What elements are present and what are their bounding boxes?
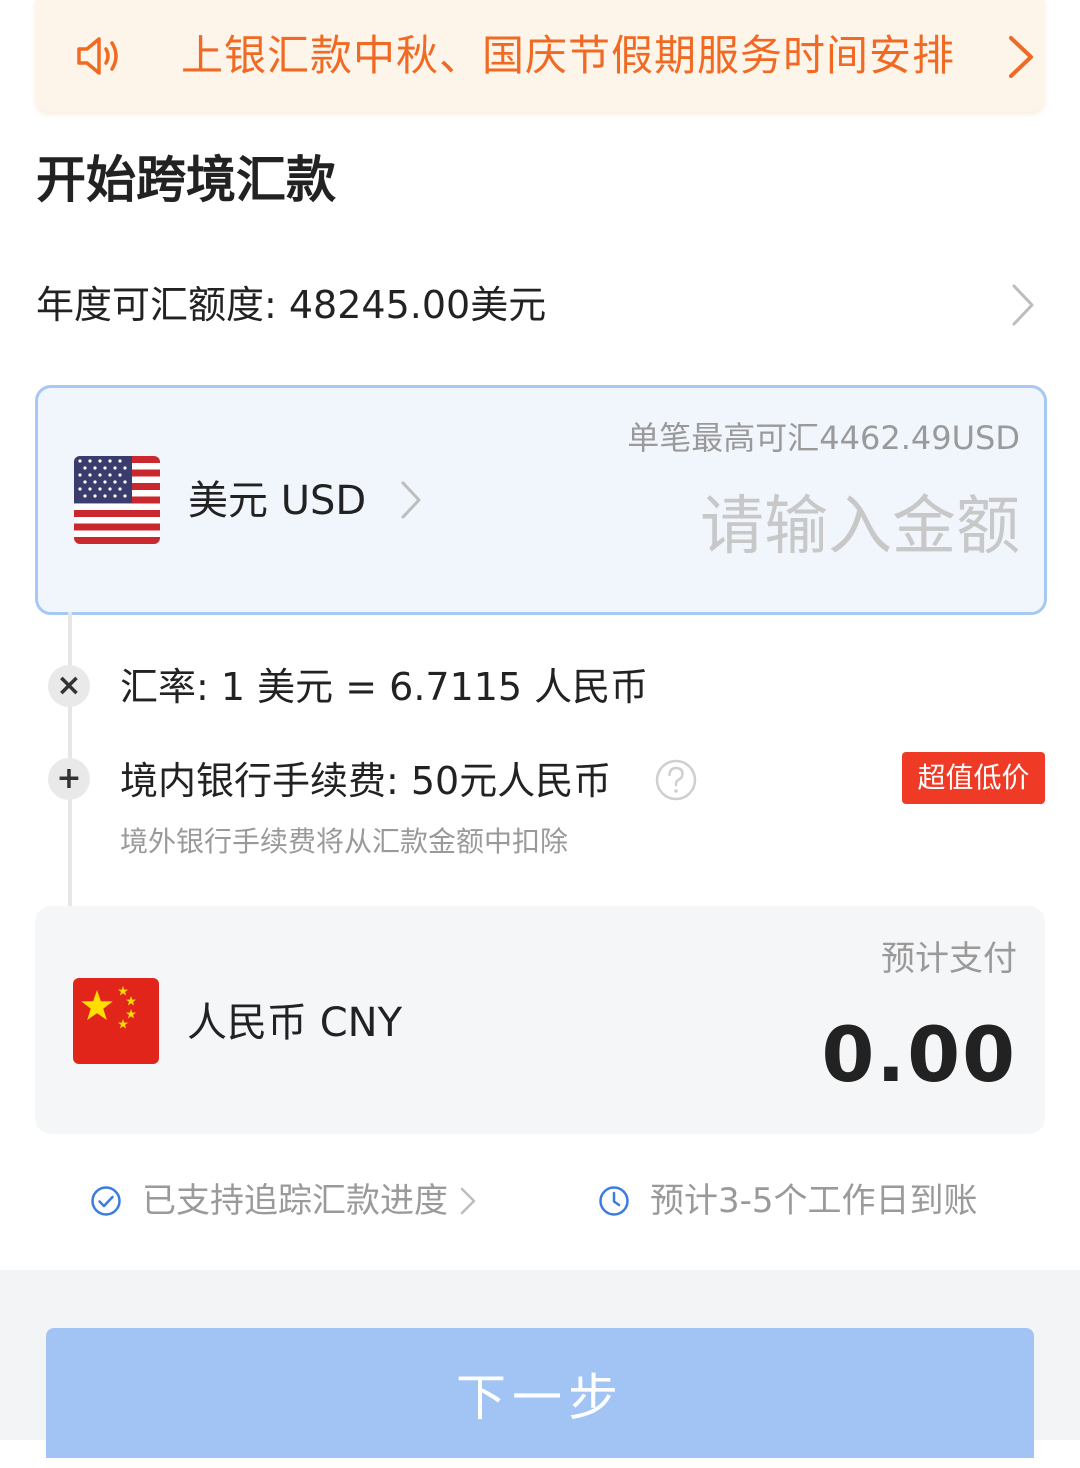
send-amount-card: 美元 USD 单笔最高可汇4462.49USD — [35, 385, 1047, 615]
help-icon[interactable] — [654, 758, 698, 802]
chevron-right-icon[interactable] — [460, 1187, 476, 1215]
exchange-rate: 汇率: 1 美元 = 6.7115 人民币 — [120, 665, 649, 709]
estimated-pay-amount: 0.00 — [821, 1010, 1017, 1099]
page-title: 开始跨境汇款 — [36, 151, 336, 209]
cn-flag-icon — [73, 978, 159, 1064]
notice-text: 上银汇款中秋、国庆节假期服务时间安排 — [181, 31, 956, 80]
estimated-pay-label: 预计支付 — [881, 939, 1017, 979]
chevron-right-icon[interactable] — [400, 480, 422, 520]
speaker-icon — [77, 37, 118, 75]
receive-amount-card: 人民币 CNY 预计支付 0.00 — [35, 906, 1045, 1134]
clock-icon — [599, 1186, 629, 1216]
arrival-time: 预计3-5个工作日到账 — [650, 1181, 978, 1221]
multiply-icon: × — [48, 665, 90, 707]
receive-currency: 人民币 CNY — [187, 1000, 402, 1046]
us-flag-icon — [74, 456, 160, 544]
promo-badge: 超值低价 — [902, 752, 1045, 804]
annual-quota[interactable]: 年度可汇额度: 48245.00美元 — [36, 278, 546, 332]
notice-banner[interactable]: 上银汇款中秋、国庆节假期服务时间安排 — [35, 0, 1045, 112]
amount-input[interactable] — [500, 484, 1020, 570]
tracking-link[interactable]: 已支持追踪汇款进度 — [142, 1176, 448, 1226]
send-currency-selector[interactable]: 美元 USD — [188, 476, 366, 526]
single-limit-text: 单笔最高可汇4462.49USD — [627, 419, 1020, 457]
plus-icon: + — [48, 758, 90, 800]
domestic-fee: 境内银行手续费: 50元人民币 — [120, 759, 612, 803]
chevron-right-icon[interactable] — [1010, 282, 1036, 328]
tracking-text: 已支持追踪汇款进度 — [142, 1181, 448, 1221]
next-step-button[interactable]: 下一步 — [46, 1328, 1034, 1458]
check-circle-icon — [91, 1186, 121, 1216]
chevron-right-icon — [1009, 36, 1033, 78]
foreign-fee-note: 境外银行手续费将从汇款金额中扣除 — [120, 825, 569, 858]
